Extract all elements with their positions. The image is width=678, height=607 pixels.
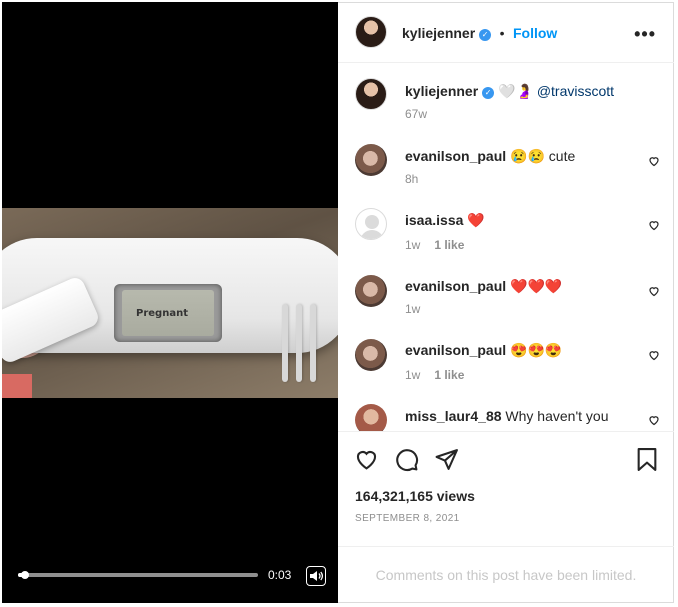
comment-text: evanilson_paul 😢😢 cute bbox=[405, 148, 575, 165]
post-details-pane: kyliejenner ✓ • Follow ••• kyliejenner ✓ 🤍… bbox=[338, 2, 674, 603]
test-result-text: Pregnant bbox=[136, 308, 188, 319]
caption-emojis: 🤍🤰 bbox=[498, 83, 533, 99]
verified-badge-icon: ✓ bbox=[482, 87, 495, 99]
comment-body: 😢😢 cute bbox=[510, 148, 576, 164]
commenter-username[interactable]: evanilson_paul bbox=[405, 342, 506, 358]
caption-username[interactable]: kyliejenner bbox=[405, 83, 478, 99]
like-icon[interactable] bbox=[354, 447, 379, 472]
comment-meta: 1w 1 like bbox=[405, 238, 464, 252]
grip-ridge bbox=[282, 304, 288, 382]
comment-like-icon[interactable] bbox=[648, 155, 660, 167]
comments-list[interactable]: kyliejenner ✓ 🤍🤰 @travisscott 67w evanils… bbox=[338, 63, 674, 431]
comment-time: 8h bbox=[405, 172, 419, 186]
save-icon[interactable] bbox=[636, 447, 658, 472]
more-options-icon[interactable]: ••• bbox=[634, 24, 656, 45]
caption-time: 67w bbox=[405, 107, 428, 121]
share-icon[interactable] bbox=[434, 447, 459, 472]
comment-meta: 1w bbox=[405, 302, 420, 316]
video-frame: Pregnant bbox=[2, 208, 338, 398]
commenter-avatar[interactable] bbox=[355, 275, 387, 307]
comment-text: isaa.issa ❤️ bbox=[405, 212, 485, 229]
action-bar bbox=[338, 431, 674, 472]
volume-icon bbox=[310, 571, 324, 581]
verified-badge-icon: ✓ bbox=[479, 29, 492, 41]
caption-text: kyliejenner ✓ 🤍🤰 @travisscott bbox=[405, 83, 614, 100]
comment-like-icon[interactable] bbox=[648, 414, 660, 426]
author-username[interactable]: kyliejenner bbox=[402, 25, 475, 41]
commenter-username[interactable]: evanilson_paul bbox=[405, 148, 506, 164]
comment-meta: 1w 1 like bbox=[405, 368, 464, 382]
test-lcd: Pregnant bbox=[122, 290, 214, 336]
post-header: kyliejenner ✓ • Follow ••• bbox=[338, 2, 674, 63]
comments-limited-notice: Comments on this post have been limited. bbox=[338, 546, 674, 603]
comment-body: ❤️ bbox=[467, 212, 485, 228]
commenter-username[interactable]: isaa.issa bbox=[405, 212, 463, 228]
grip-ridge bbox=[296, 304, 302, 382]
caption-mention[interactable]: @travisscott bbox=[537, 83, 614, 99]
commenter-avatar[interactable] bbox=[355, 404, 387, 431]
comment-time: 1w bbox=[405, 302, 421, 316]
comment-icon[interactable] bbox=[394, 447, 419, 472]
test-display: Pregnant bbox=[114, 284, 222, 342]
comment-like-icon[interactable] bbox=[648, 349, 660, 361]
comment-body: Why haven't you bbox=[505, 408, 609, 424]
header-separator: • bbox=[499, 25, 505, 41]
video-player[interactable]: Pregnant 0:03 bbox=[2, 2, 338, 603]
commenter-username[interactable]: miss_laur4_88 bbox=[405, 408, 502, 424]
commenter-username[interactable]: evanilson_paul bbox=[405, 278, 506, 294]
author-row: kyliejenner ✓ • Follow bbox=[402, 25, 557, 43]
commenter-avatar[interactable] bbox=[355, 339, 387, 371]
comment-text: evanilson_paul ❤️❤️❤️ bbox=[405, 278, 562, 295]
comment-time: 1w bbox=[405, 368, 421, 382]
comment-body: ❤️❤️❤️ bbox=[510, 278, 563, 294]
comment-like-icon[interactable] bbox=[648, 219, 660, 231]
comment-meta: 8h bbox=[405, 172, 418, 186]
background-object bbox=[2, 374, 32, 398]
volume-button[interactable] bbox=[306, 566, 326, 586]
follow-button[interactable]: Follow bbox=[513, 25, 557, 41]
caption-avatar[interactable] bbox=[355, 78, 387, 110]
comment-likes[interactable]: 1 like bbox=[434, 238, 464, 252]
video-progress-knob[interactable] bbox=[20, 571, 29, 579]
commenter-avatar[interactable] bbox=[355, 144, 387, 176]
comment-time: 1w bbox=[405, 238, 421, 252]
commenter-avatar[interactable] bbox=[355, 208, 387, 240]
post-date[interactable]: SEPTEMBER 8, 2021 bbox=[355, 513, 460, 524]
comment-text: miss_laur4_88 Why haven't you bbox=[405, 408, 608, 424]
video-time: 0:03 bbox=[268, 568, 292, 582]
comment-likes[interactable]: 1 like bbox=[434, 368, 464, 382]
author-avatar[interactable] bbox=[355, 16, 387, 48]
grip-ridge bbox=[310, 304, 316, 382]
video-progress-bar[interactable] bbox=[18, 571, 258, 579]
comment-text: evanilson_paul 😍😍😍 bbox=[405, 342, 562, 359]
view-count[interactable]: 164,321,165 views bbox=[355, 488, 475, 504]
comment-like-icon[interactable] bbox=[648, 285, 660, 297]
comment-body: 😍😍😍 bbox=[510, 342, 563, 358]
